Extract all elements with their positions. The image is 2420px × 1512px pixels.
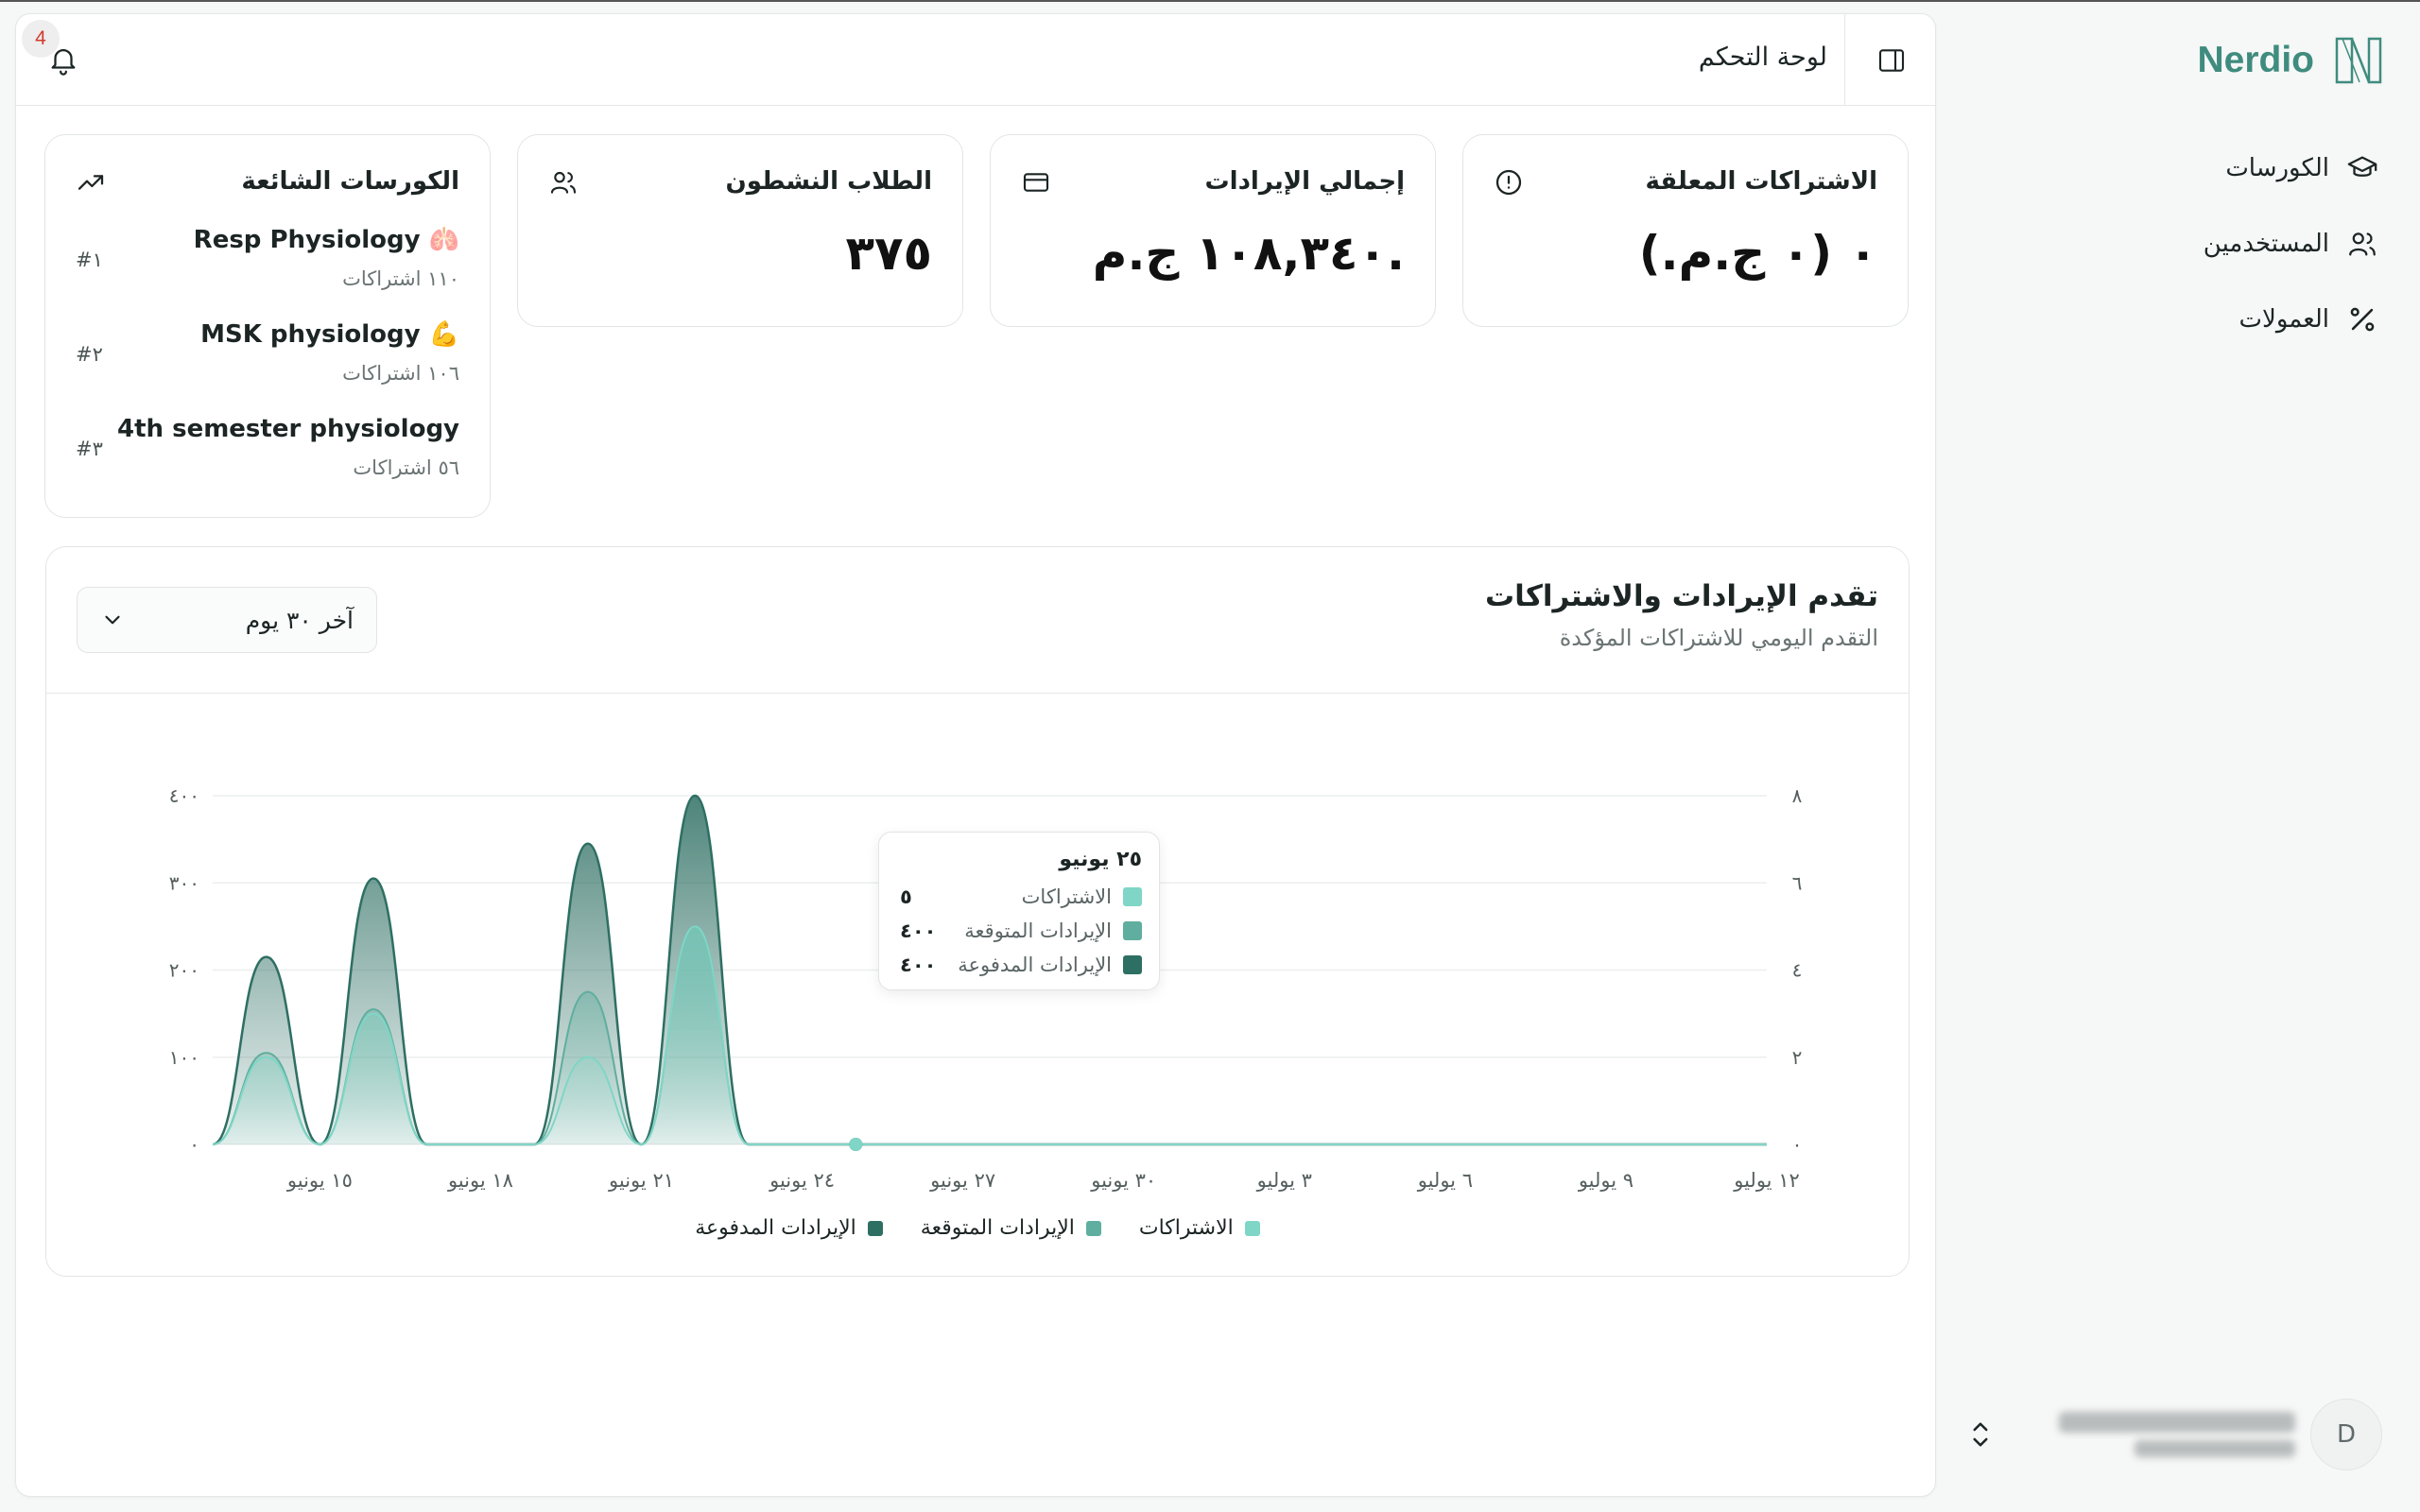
tooltip-label: الاشتراكات: [1021, 885, 1112, 908]
stat-title: الطلاب النشطون: [725, 167, 933, 196]
x-tick-label: ٢١ يونيو: [608, 1169, 674, 1192]
y-right-tick-label: ٨: [1792, 784, 1803, 807]
tooltip-swatch: [1123, 887, 1142, 906]
tooltip-value: ٤٠٠: [900, 954, 937, 976]
nerdio-logo-icon: [2335, 37, 2382, 84]
alert-circle-icon: [1495, 169, 1522, 196]
course-subscriptions: ٥٦ اشتراكات: [353, 456, 459, 479]
course-name: Resp Physiology 🫁: [193, 226, 459, 254]
sidebar-item-label: المستخدمين: [2203, 230, 2329, 258]
stat-value: ١٠٨,٣٤٠ ج.م.: [1092, 226, 1405, 281]
revenue-chart-card: تقدم الإيرادات والاشتراكات التقدم اليومي…: [45, 546, 1910, 1277]
course-rank: #٢: [76, 343, 103, 366]
legend-swatch: [1085, 1220, 1101, 1236]
avatar[interactable]: D: [2310, 1399, 2382, 1470]
main-panel: لوحة التحكم 4 الاشتراكات المعلقة ٠ (٠ ج.…: [15, 13, 1936, 1497]
x-tick-label: ٣ يوليو: [1256, 1169, 1312, 1192]
y-right-tick-label: ٦: [1792, 871, 1803, 894]
sidebar-item-commissions[interactable]: العمولات: [1972, 282, 2388, 357]
x-tick-label: ١٥ يونيو: [286, 1169, 353, 1192]
user-menu[interactable]: D: [1966, 1395, 2382, 1474]
y-left-tick-label: ٣٠٠: [169, 871, 199, 894]
x-tick-label: ١٨ يونيو: [447, 1169, 513, 1192]
stat-title: إجمالي الإيرادات: [1204, 167, 1405, 196]
brand[interactable]: Nerdio: [2197, 32, 2386, 89]
tooltip-value: ٥: [900, 885, 912, 908]
legend-item-paid-revenue[interactable]: الإيرادات المدفوعة: [695, 1216, 883, 1240]
legend-label: الإيرادات المتوقعة: [920, 1216, 1075, 1240]
panel-left-icon: [1878, 48, 1904, 72]
y-right-tick-label: ٠: [1792, 1133, 1803, 1156]
tooltip-label: الإيرادات المدفوعة: [958, 954, 1112, 976]
stat-card-pending: الاشتراكات المعلقة ٠ (٠ ج.م.): [1462, 134, 1909, 327]
graduation-cap-icon: [2347, 156, 2377, 177]
sidebar-toggle-button[interactable]: [1844, 14, 1935, 106]
chart-legend: الاشتراكات الإيرادات المتوقعة الإيرادات …: [46, 1216, 1909, 1240]
sidebar-item-label: العمولات: [2238, 305, 2329, 334]
tooltip-row: الإيرادات المدفوعة ٤٠٠: [900, 952, 1142, 978]
stat-card-revenue: إجمالي الإيرادات ١٠٨,٣٤٠ ج.م.: [990, 134, 1436, 327]
y-left-tick-label: ٠: [189, 1133, 199, 1156]
x-tick-label: ٣٠ يونيو: [1090, 1169, 1156, 1192]
legend-swatch: [1244, 1220, 1260, 1236]
chart-tooltip: ٢٥ يونيو الاشتراكات ٥ الإيرادات المتوقعة…: [878, 832, 1160, 990]
stat-value: ٠ (٠ ج.م.): [1638, 226, 1877, 281]
tooltip-swatch: [1123, 955, 1142, 974]
y-right-tick-label: ٤: [1792, 959, 1803, 982]
percent-icon: [2350, 307, 2375, 332]
page-title: لوحة التحكم: [1698, 43, 1827, 72]
legend-item-subscriptions[interactable]: الاشتراكات: [1139, 1216, 1260, 1240]
legend-label: الإيرادات المدفوعة: [695, 1216, 856, 1240]
credit-card-icon: [1023, 173, 1049, 192]
y-left-tick-label: ٢٠٠: [169, 959, 199, 982]
tooltip-row: الاشتراكات ٥: [900, 884, 1142, 910]
brand-name: Nerdio: [2197, 40, 2314, 80]
course-name: 4th semester physiology: [117, 415, 459, 443]
sidebar-item-label: الكورسات: [2225, 154, 2329, 182]
list-item[interactable]: 4th semester physiology ٥٦ اشتراكات #٣: [76, 415, 459, 490]
stat-card-active-students: الطلاب النشطون ٣٧٥: [517, 134, 963, 327]
tooltip-value: ٤٠٠: [900, 919, 937, 942]
users-icon: [550, 171, 577, 194]
list-item[interactable]: Resp Physiology 🫁 ١١٠ اشتراكات #١: [76, 226, 459, 301]
course-rank: #١: [76, 249, 103, 271]
list-item[interactable]: MSK physiology 💪 ١٠٦ اشتراكات #٢: [76, 320, 459, 396]
course-subscriptions: ١٠٦ اشتراكات: [342, 362, 459, 385]
x-tick-label: ٢٧ يونيو: [929, 1169, 995, 1192]
sidebar-item-users[interactable]: المستخدمين: [1972, 206, 2388, 282]
course-rank: #٣: [76, 438, 103, 460]
card-title: الكورسات الشائعة: [241, 167, 459, 196]
trending-up-icon: [78, 175, 104, 190]
x-tick-label: ٩ يوليو: [1578, 1169, 1634, 1192]
tooltip-row: الإيرادات المتوقعة ٤٠٠: [900, 918, 1142, 944]
active-point-expected: [849, 1138, 863, 1151]
legend-item-expected-revenue[interactable]: الإيرادات المتوقعة: [921, 1216, 1101, 1240]
x-tick-label: ٢٤ يونيو: [769, 1169, 835, 1192]
legend-label: الاشتراكات: [1138, 1216, 1234, 1240]
sidebar-item-courses[interactable]: الكورسات: [1972, 130, 2388, 206]
stat-title: الاشتراكات المعلقة: [1645, 167, 1877, 196]
page-header: لوحة التحكم 4: [16, 14, 1935, 106]
x-tick-label: ٦ يوليو: [1417, 1169, 1473, 1192]
tooltip-title: ٢٥ يونيو: [1059, 848, 1142, 871]
course-subscriptions: ١١٠ اشتراكات: [342, 267, 459, 290]
sidebar: Nerdio الكورسات المستخدمين العمولات D: [1938, 2, 2420, 1512]
legend-swatch: [867, 1220, 883, 1236]
chevrons-up-down-icon[interactable]: [1966, 1417, 1995, 1452]
user-info-redacted: [2059, 1412, 2295, 1457]
popular-courses-card: الكورسات الشائعة Resp Physiology 🫁 ١١٠ ا…: [44, 134, 491, 518]
y-right-tick-label: ٢: [1792, 1046, 1803, 1069]
tooltip-swatch: [1123, 921, 1142, 940]
sidebar-nav: الكورسات المستخدمين العمولات: [1972, 130, 2388, 357]
tooltip-label: الإيرادات المتوقعة: [964, 919, 1112, 942]
users-icon: [2349, 232, 2376, 256]
notification-badge: 4: [22, 20, 60, 58]
y-left-tick-label: ٤٠٠: [169, 784, 199, 807]
course-name: MSK physiology 💪: [200, 320, 459, 349]
y-left-tick-label: ١٠٠: [169, 1046, 199, 1069]
x-tick-label: ١٢ يوليو: [1733, 1169, 1800, 1192]
stat-value: ٣٧٥: [845, 226, 932, 281]
